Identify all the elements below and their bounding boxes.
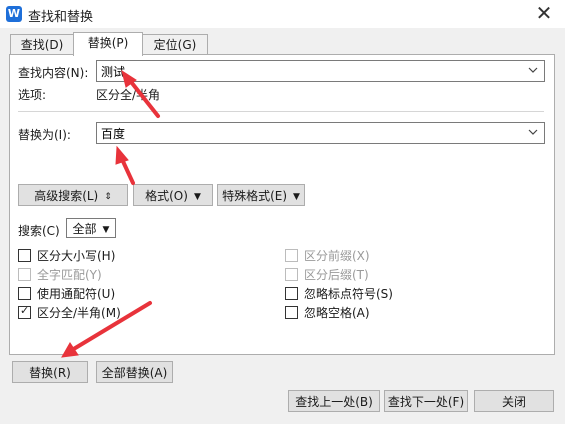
options-label: 选项: bbox=[18, 88, 47, 102]
tab-replace[interactable]: 替换(P) bbox=[73, 32, 143, 56]
replace-all-button[interactable]: 全部替换(A) bbox=[96, 361, 173, 383]
title-bar: W 查找和替换 ✕ bbox=[0, 0, 565, 28]
checkbox-label: 区分后缀(T) bbox=[304, 268, 369, 282]
chevron-down-icon[interactable] bbox=[528, 127, 538, 137]
checkbox-box[interactable] bbox=[285, 287, 298, 300]
search-scope-value: 全部 bbox=[72, 222, 97, 236]
checkbox-box bbox=[285, 268, 298, 281]
window-title: 查找和替换 bbox=[28, 10, 94, 25]
find-label: 查找内容(N): bbox=[18, 66, 89, 80]
checkbox-box[interactable] bbox=[18, 287, 31, 300]
checkbox-label: 忽略标点符号(S) bbox=[304, 287, 393, 301]
options-value: 区分全/半角 bbox=[96, 88, 161, 102]
close-icon[interactable]: ✕ bbox=[533, 2, 555, 24]
checkbox-box bbox=[18, 268, 31, 281]
checkbox-box[interactable] bbox=[285, 306, 298, 319]
checkmark-icon: ✓ bbox=[20, 304, 30, 317]
checkbox-label: 全字匹配(Y) bbox=[37, 268, 102, 282]
caret-down-icon: ▼ bbox=[193, 192, 201, 202]
checkbox-label: 使用通配符(U) bbox=[37, 287, 116, 301]
special-format-button[interactable]: 特殊格式(E) ▼ bbox=[217, 184, 305, 206]
find-next-button[interactable]: 查找下一处(F) bbox=[384, 390, 468, 412]
replace-value: 百度 bbox=[101, 127, 126, 141]
checkbox-label: 忽略空格(A) bbox=[304, 306, 370, 320]
replace-combobox[interactable]: 百度 bbox=[96, 122, 545, 144]
replace-label: 替换为(I): bbox=[18, 128, 71, 142]
chevron-down-icon[interactable] bbox=[528, 65, 538, 75]
advanced-search-label: 高级搜索(L) bbox=[34, 189, 99, 203]
close-button[interactable]: 关闭 bbox=[474, 390, 554, 412]
checkbox-prefix: 区分前缀(X) bbox=[285, 247, 370, 264]
special-format-label: 特殊格式(E) bbox=[222, 189, 288, 203]
tab-goto[interactable]: 定位(G) bbox=[142, 34, 208, 55]
find-value: 测试 bbox=[101, 65, 126, 79]
find-replace-dialog: W 查找和替换 ✕ 查找(D) 替换(P) 定位(G) 查找内容(N): 测试 … bbox=[0, 0, 565, 424]
checkbox-ignore-space[interactable]: 忽略空格(A) bbox=[285, 304, 370, 321]
checkbox-label: 区分前缀(X) bbox=[304, 249, 370, 263]
checkbox-match-case[interactable]: 区分大小写(H) bbox=[18, 247, 115, 264]
find-combobox[interactable]: 测试 bbox=[96, 60, 545, 82]
search-scope-label: 搜索(C) bbox=[18, 224, 60, 238]
caret-down-icon: ▼ bbox=[102, 225, 110, 235]
wps-writer-icon: W bbox=[6, 6, 22, 22]
search-scope-select[interactable]: 全部 ▼ bbox=[66, 218, 116, 238]
separator bbox=[18, 111, 544, 112]
collapse-arrows-icon: ⇕ bbox=[104, 192, 112, 202]
caret-down-icon: ▼ bbox=[293, 192, 300, 202]
checkbox-label: 区分大小写(H) bbox=[37, 249, 116, 263]
checkbox-box[interactable] bbox=[18, 249, 31, 262]
checkbox-whole-word: 全字匹配(Y) bbox=[18, 266, 102, 283]
find-previous-button[interactable]: 查找上一处(B) bbox=[288, 390, 380, 412]
replace-button[interactable]: 替换(R) bbox=[12, 361, 88, 383]
checkbox-wildcards[interactable]: 使用通配符(U) bbox=[18, 285, 115, 302]
checkbox-box bbox=[285, 249, 298, 262]
checkbox-ignore-punct[interactable]: 忽略标点符号(S) bbox=[285, 285, 393, 302]
advanced-search-button[interactable]: 高级搜索(L) ⇕ bbox=[18, 184, 128, 206]
format-button[interactable]: 格式(O) ▼ bbox=[133, 184, 213, 206]
tab-find[interactable]: 查找(D) bbox=[10, 34, 74, 55]
format-label: 格式(O) bbox=[145, 189, 188, 203]
checkbox-width[interactable]: ✓ 区分全/半角(M) bbox=[18, 304, 121, 321]
checkbox-label: 区分全/半角(M) bbox=[37, 306, 121, 320]
checkbox-suffix: 区分后缀(T) bbox=[285, 266, 369, 283]
checkbox-box-checked[interactable]: ✓ bbox=[18, 304, 31, 319]
